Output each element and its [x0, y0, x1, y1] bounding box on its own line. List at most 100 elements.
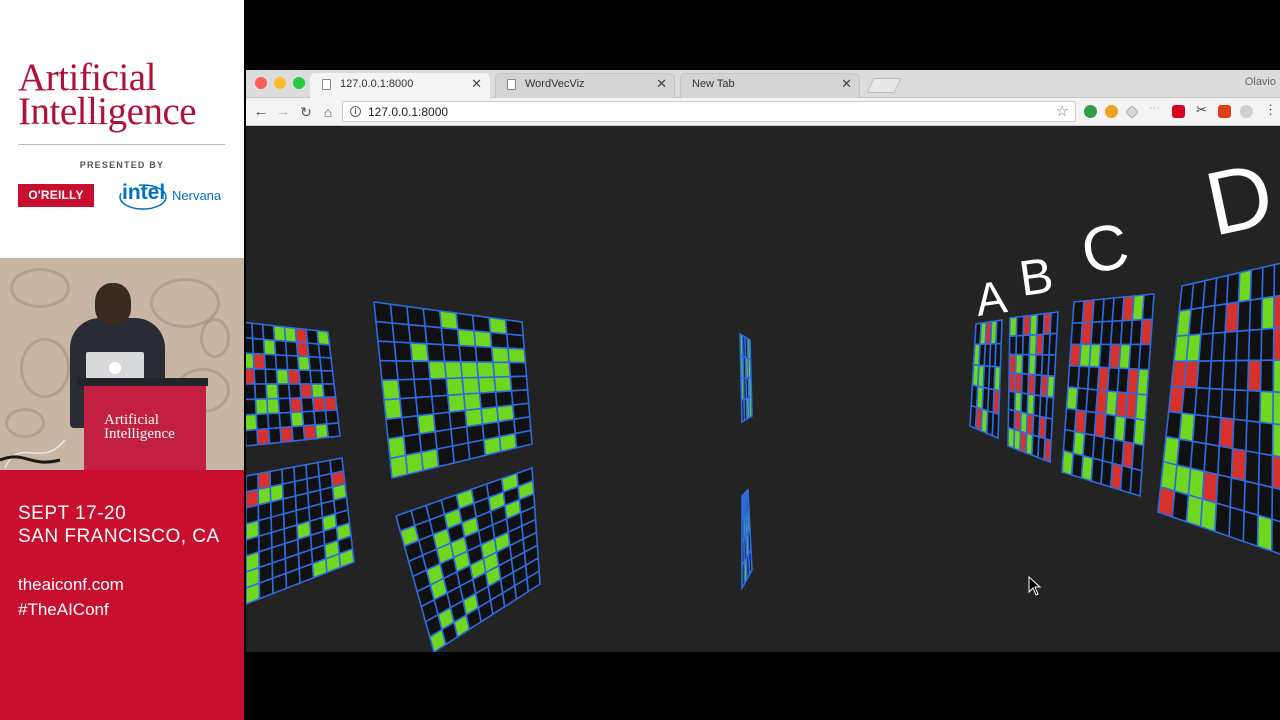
grid-cell: [504, 318, 524, 337]
grid-cell: [747, 357, 752, 379]
home-icon[interactable]: ⌂: [318, 102, 338, 122]
extension-red-icon[interactable]: [1172, 105, 1185, 118]
grid-cell: [1259, 359, 1275, 393]
close-icon[interactable]: ✕: [471, 73, 482, 95]
bookmark-star-icon[interactable]: ☆: [1056, 102, 1069, 121]
window-close-button[interactable]: [255, 77, 267, 89]
event-hashtag: #TheAIConf: [18, 600, 109, 619]
profile-name[interactable]: Olavio: [1245, 76, 1276, 88]
grid-cell: [509, 375, 529, 392]
tab-strip: 127.0.0.1:8000 ✕ WordVecViz ✕ New Tab ✕ …: [246, 70, 1280, 98]
grid-cell: [1244, 449, 1261, 486]
grid-cell: [1249, 266, 1264, 302]
page-icon: [507, 79, 516, 90]
url-text[interactable]: 127.0.0.1:8000: [368, 105, 448, 119]
window-minimize-button[interactable]: [274, 77, 286, 89]
grid-cell: [422, 307, 443, 329]
grid-cell: [400, 414, 421, 438]
grid-cell: [246, 398, 258, 416]
grid-cell: [277, 397, 292, 414]
grid-cell: [1225, 271, 1241, 305]
grid-cell: [253, 383, 268, 401]
extension-green-icon[interactable]: [1084, 105, 1097, 118]
grid-cell: [320, 369, 335, 385]
grid-cell: [492, 361, 512, 378]
grid-cell: [1139, 318, 1154, 346]
grid-cell: [377, 340, 398, 362]
grid-cell: [994, 342, 1003, 369]
panel-left-bottom-2: [395, 466, 541, 652]
back-icon[interactable]: ←: [251, 102, 271, 122]
grid-cell: [1273, 262, 1280, 298]
panel-right-3: [1061, 293, 1155, 498]
grid-cell: [1208, 359, 1225, 391]
speaker-head: [95, 283, 131, 325]
grid-cell: [483, 435, 502, 457]
grid-cell: [478, 391, 498, 410]
grid-cell: [1048, 332, 1058, 356]
grid-cell: [1272, 359, 1280, 394]
grid-cell: [1256, 514, 1273, 553]
close-icon[interactable]: ✕: [841, 73, 852, 95]
video-letterbox: [246, 652, 1280, 720]
panel-left-top-2: [373, 301, 533, 479]
grid-cell: [1137, 343, 1152, 371]
presented-by-label: PRESENTED BY: [79, 160, 165, 170]
address-bar[interactable]: i 127.0.0.1:8000 ☆: [342, 101, 1076, 122]
panel-right-4: [1157, 262, 1280, 555]
grid-cell: [373, 301, 394, 324]
extension-box-icon[interactable]: [1218, 105, 1231, 118]
event-website: theaiconf.com: [18, 575, 124, 594]
tab-new-tab[interactable]: New Tab ✕: [680, 73, 860, 98]
scene-letter-d: D: [1197, 144, 1280, 255]
extension-diamond-icon[interactable]: [1124, 104, 1140, 120]
page-icon: [322, 79, 331, 90]
grid-cell: [262, 338, 277, 356]
forward-icon[interactable]: →: [273, 102, 293, 122]
window-maximize-button[interactable]: [293, 77, 305, 89]
browser-window: 127.0.0.1:8000 ✕ WordVecViz ✕ New Tab ✕ …: [246, 70, 1280, 652]
reload-icon[interactable]: ↻: [296, 102, 316, 122]
grid-cell: [290, 411, 305, 428]
grid-cell: [409, 342, 430, 363]
grid-cell: [473, 330, 493, 349]
grid-cell: [1044, 416, 1054, 442]
extension-dots-icon[interactable]: ···: [1149, 102, 1162, 115]
menu-icon[interactable]: ⋮: [1264, 102, 1277, 117]
webgl-viewport[interactable]: ABCD: [246, 126, 1280, 652]
grid-cell: [278, 411, 293, 429]
grid-cell: [274, 354, 289, 371]
grid-cell: [264, 368, 279, 385]
close-icon[interactable]: ✕: [656, 73, 667, 95]
grid-cell: [505, 333, 526, 350]
new-tab-button[interactable]: [866, 78, 902, 93]
grid-cell: [489, 331, 509, 350]
grid-cell: [1270, 518, 1280, 555]
grid-cell: [477, 376, 497, 394]
event-info: SEPT 17-20 SAN FRANCISCO, CA theaiconf.c…: [0, 470, 244, 720]
extension-scissors-icon[interactable]: ✂: [1196, 102, 1209, 117]
apple-logo-icon: [109, 362, 121, 374]
grid-cell: [494, 390, 514, 408]
grid-cell: [404, 451, 424, 476]
grid-cell: [276, 383, 291, 400]
tab-label: WordVecViz: [525, 78, 585, 90]
grid-cell: [1131, 442, 1145, 472]
grid-cell: [510, 388, 530, 406]
grid-cell: [397, 378, 417, 400]
grid-cell: [1235, 329, 1251, 362]
panel-left-bottom-1: [246, 457, 355, 605]
info-icon[interactable]: i: [350, 106, 361, 117]
grid-cell: [251, 337, 266, 356]
extension-cloud-icon[interactable]: [1240, 105, 1253, 118]
grid-cell: [490, 346, 511, 364]
grid-cell: [991, 411, 1000, 440]
extension-orange-icon[interactable]: [1105, 105, 1118, 118]
tab-localhost[interactable]: 127.0.0.1:8000 ✕: [310, 73, 490, 98]
grid-cell: [1246, 389, 1262, 424]
word-vector-3d-scene[interactable]: ABCD: [246, 126, 1280, 652]
grid-cell: [286, 368, 301, 385]
tab-wordvecviz[interactable]: WordVecViz ✕: [495, 73, 675, 98]
grid-cell: [455, 312, 475, 332]
grid-cell: [266, 412, 282, 430]
